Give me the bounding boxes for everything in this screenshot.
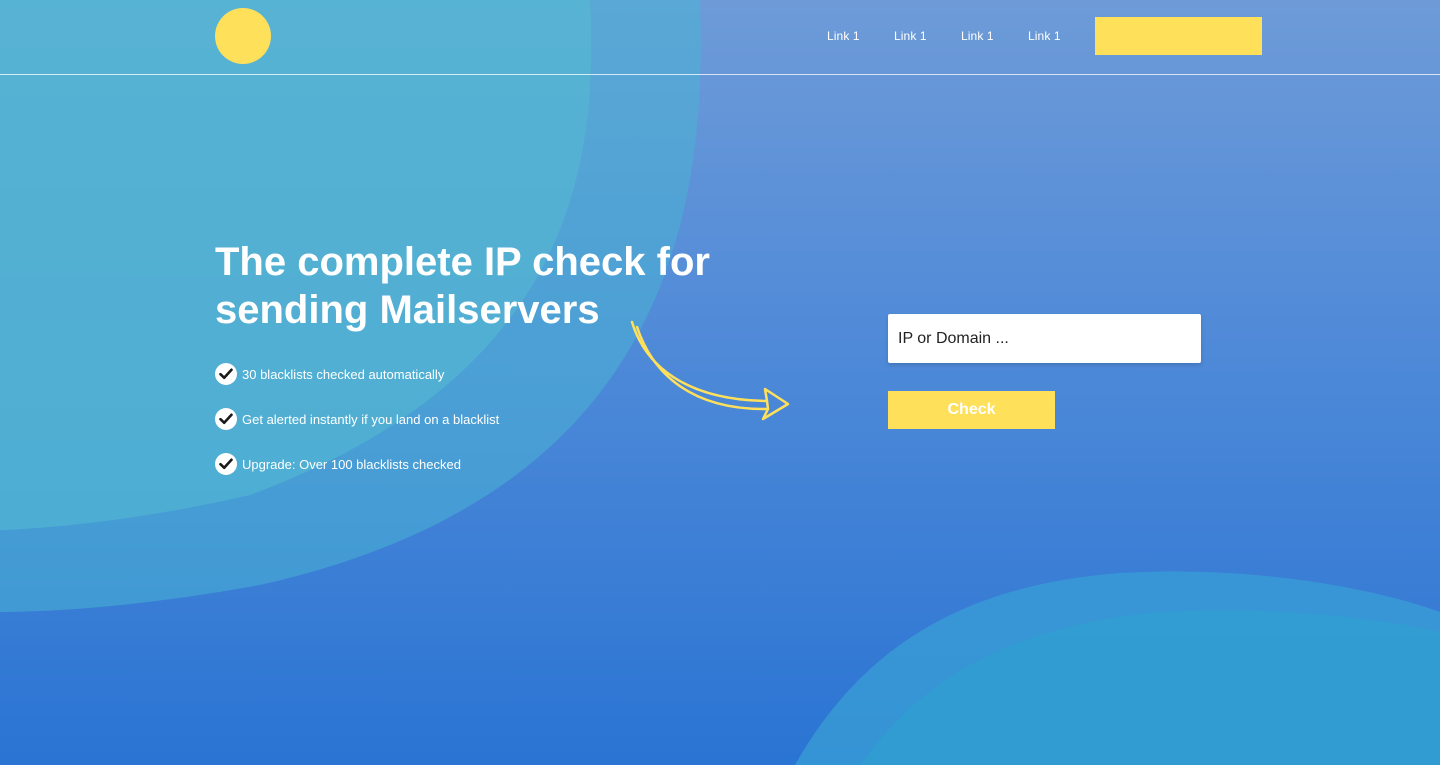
feature-item: Upgrade: Over 100 blacklists checked xyxy=(215,453,499,475)
feature-item: Get alerted instantly if you land on a b… xyxy=(215,408,499,430)
nav-cta-button[interactable] xyxy=(1095,17,1262,55)
nav-link-3[interactable]: Link 1 xyxy=(961,29,994,43)
ip-domain-input[interactable] xyxy=(888,314,1201,363)
feature-item: 30 blacklists checked automatically xyxy=(215,363,499,385)
nav-link-2[interactable]: Link 1 xyxy=(894,29,927,43)
hero-title-line-1: The complete IP check for xyxy=(215,240,710,284)
feature-list: 30 blacklists checked automatically Get … xyxy=(215,363,499,498)
top-navigation-bar: Link 1 Link 1 Link 1 Link 1 xyxy=(0,0,1440,75)
check-icon xyxy=(215,363,237,385)
logo[interactable] xyxy=(215,8,271,64)
curved-arrow-icon xyxy=(630,320,790,421)
check-icon xyxy=(215,408,237,430)
nav-link-4[interactable]: Link 1 xyxy=(1028,29,1061,43)
check-icon xyxy=(215,453,237,475)
feature-text: Upgrade: Over 100 blacklists checked xyxy=(242,456,461,472)
check-button[interactable]: Check xyxy=(888,391,1055,429)
feature-text: Get alerted instantly if you land on a b… xyxy=(242,411,500,427)
feature-text: 30 blacklists checked automatically xyxy=(242,366,445,382)
hero-title-line-2: sending Mailservers xyxy=(215,288,600,332)
nav-link-1[interactable]: Link 1 xyxy=(827,29,860,43)
